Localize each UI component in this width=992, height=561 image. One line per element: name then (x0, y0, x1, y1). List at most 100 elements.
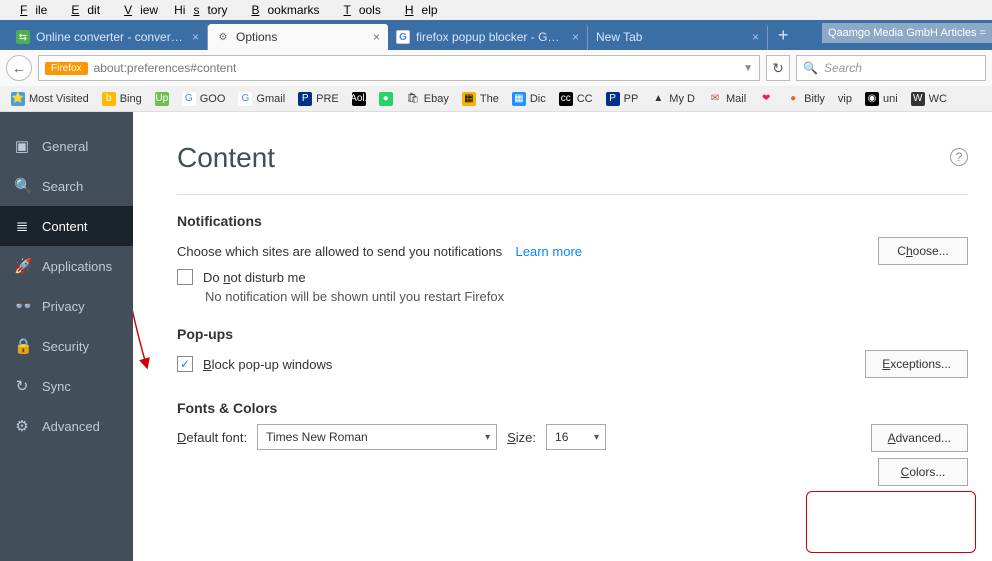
dnd-checkbox[interactable] (177, 269, 193, 285)
menu-history[interactable]: History (166, 1, 235, 19)
bookmark-item[interactable]: ccCC (554, 90, 598, 108)
bookmark-item[interactable]: b Bing (97, 90, 147, 108)
reload-button[interactable]: ↻ (766, 55, 790, 81)
sidebar-icon: 🔒 (14, 337, 30, 355)
sidebar-item-security[interactable]: 🔒 Security (0, 326, 133, 366)
bookmark-item[interactable]: Aol. (347, 90, 371, 108)
menu-help[interactable]: Help (389, 1, 446, 19)
identity-badge: Firefox (45, 62, 88, 75)
sidebar: ▣General🔍Search≣Content 🚀 Applications 👓Pri… (0, 112, 133, 561)
menu-file[interactable]: File (4, 1, 55, 19)
bookmark-label: The (480, 93, 499, 105)
menu-view[interactable]: View (108, 1, 166, 19)
bookmark-item[interactable]: GGOO (177, 90, 231, 108)
sidebar-label: Applications (42, 259, 112, 274)
bookmark-item[interactable]: ⭐ Most Visited (6, 90, 94, 108)
sidebar-item-general[interactable]: ▣General (0, 126, 133, 166)
sidebar-label: Security (42, 339, 89, 354)
close-icon[interactable]: × (572, 30, 579, 44)
block-popups-checkbox[interactable]: ✓ (177, 356, 193, 372)
menu-bookmarks[interactable]: Bookmarks (235, 1, 327, 19)
bookmark-item[interactable]: ◉uni (860, 90, 903, 108)
advanced-button[interactable]: Advanced... (871, 424, 968, 452)
bookmark-icon: b (102, 92, 116, 106)
sidebar-item-advanced[interactable]: ⚙Advanced (0, 406, 133, 446)
menu-edit[interactable]: Edit (55, 1, 108, 19)
close-icon[interactable]: × (192, 30, 199, 44)
tab-label: Options (236, 30, 367, 44)
sidebar-icon: ≣ (14, 217, 30, 235)
page-title: Content (177, 142, 968, 174)
bookmark-label: Bitly (804, 93, 825, 105)
bookmark-item[interactable]: ●Bitly (781, 90, 830, 108)
bookmark-item[interactable]: 🛍Ebay (401, 90, 454, 108)
sidebar-icon: 🚀 (14, 257, 30, 275)
font-select[interactable]: Times New Roman (257, 424, 497, 450)
bookmark-label: Mail (726, 93, 746, 105)
sidebar-item-privacy[interactable]: 👓Privacy (0, 286, 133, 326)
bookmark-item[interactable]: vip (833, 91, 857, 107)
bookmark-item[interactable]: ▦Dic (507, 90, 551, 108)
sidebar-label: General (42, 139, 88, 154)
bookmark-item[interactable]: PPRE (293, 90, 344, 108)
tab-0[interactable]: ⇆ Online converter - convert ... × (8, 24, 208, 50)
tab-label: Online converter - convert ... (36, 30, 186, 44)
close-icon[interactable]: × (752, 30, 759, 44)
bookmark-icon: 🛍 (406, 92, 420, 106)
sidebar-item-applications[interactable]: 🚀 Applications (0, 246, 133, 286)
exceptions-button[interactable]: Exceptions... (865, 350, 968, 378)
sidebar-label: Advanced (42, 419, 100, 434)
bookmark-item[interactable]: ✉Mail (703, 90, 751, 108)
bookmark-label: PP (624, 93, 639, 105)
search-placeholder: Search (824, 61, 862, 75)
tab-3[interactable]: New Tab × (588, 24, 768, 50)
tab-2[interactable]: G firefox popup blocker - Goo... × (388, 24, 588, 50)
bookmark-item[interactable]: ▲My D (646, 90, 700, 108)
dnd-label: Do not disturb me (203, 270, 306, 285)
search-icon: 🔍 (803, 61, 818, 75)
bookmark-icon: ▦ (462, 92, 476, 106)
url-bar[interactable]: Firefox about:preferences#content ▼ (38, 55, 760, 81)
bookmark-item[interactable]: ❤ (754, 90, 778, 108)
sidebar-item-sync[interactable]: ↻Sync (0, 366, 133, 406)
sidebar-item-content[interactable]: ≣Content (0, 206, 133, 246)
content-pane: ? Content Notifications Choose which sit… (133, 112, 992, 561)
section-heading: Fonts & Colors (177, 400, 968, 416)
section-notifications: Notifications Choose which sites are all… (177, 213, 968, 304)
bookmark-label: PRE (316, 93, 339, 105)
bookmark-item[interactable]: WWC (906, 90, 952, 108)
bookmark-label: Bing (120, 93, 142, 105)
back-button[interactable]: ← (6, 55, 32, 81)
main-split: ▣General🔍Search≣Content🚀Applications👓Pri… (0, 112, 992, 561)
section-fonts: Fonts & Colors Default font: Times New R… (177, 400, 968, 486)
choose-button[interactable]: Choose... (878, 237, 968, 265)
learn-more-link[interactable]: Learn more (516, 244, 582, 259)
menu-bar: File Edit View History Bookmarks Tools H… (0, 0, 992, 20)
size-select[interactable]: 16 (546, 424, 606, 450)
close-icon[interactable]: × (373, 30, 380, 44)
sidebar-item-search[interactable]: 🔍Search (0, 166, 133, 206)
search-bar[interactable]: 🔍 Search (796, 55, 986, 81)
bookmark-label: Most Visited (29, 93, 89, 105)
tab-label: firefox popup blocker - Goo... (416, 30, 566, 44)
bookmark-item[interactable]: Up (150, 90, 174, 108)
sidebar-icon: 👓 (14, 297, 30, 315)
bookmark-icon: ⭐ (11, 92, 25, 106)
help-icon[interactable]: ? (950, 148, 968, 166)
bookmarks-toolbar: ⭐ Most Visited b Bing UpGGOOGGmailPPREAol. ● 🛍… (0, 86, 992, 112)
colors-button[interactable]: Colors... (878, 458, 968, 486)
bookmark-item[interactable]: ● (374, 90, 398, 108)
bookmark-label: uni (883, 93, 898, 105)
new-tab-button[interactable]: + (768, 25, 799, 46)
tab-1[interactable]: ⚙ Options × (208, 24, 388, 50)
bookmark-item[interactable]: GGmail (233, 90, 290, 108)
bookmark-item[interactable]: PPP (601, 90, 644, 108)
annotation-arrow (133, 112, 158, 372)
sidebar-icon: ↻ (14, 377, 30, 395)
bookmark-icon: ● (379, 92, 393, 106)
menu-tools[interactable]: Tools (327, 1, 388, 19)
bookmark-item[interactable]: ▦ The (457, 90, 504, 108)
dnd-subtext: No notification will be shown until you … (205, 289, 968, 304)
block-popups-label: Block pop-up windows (203, 357, 332, 372)
dropdown-icon[interactable]: ▼ (743, 63, 753, 74)
